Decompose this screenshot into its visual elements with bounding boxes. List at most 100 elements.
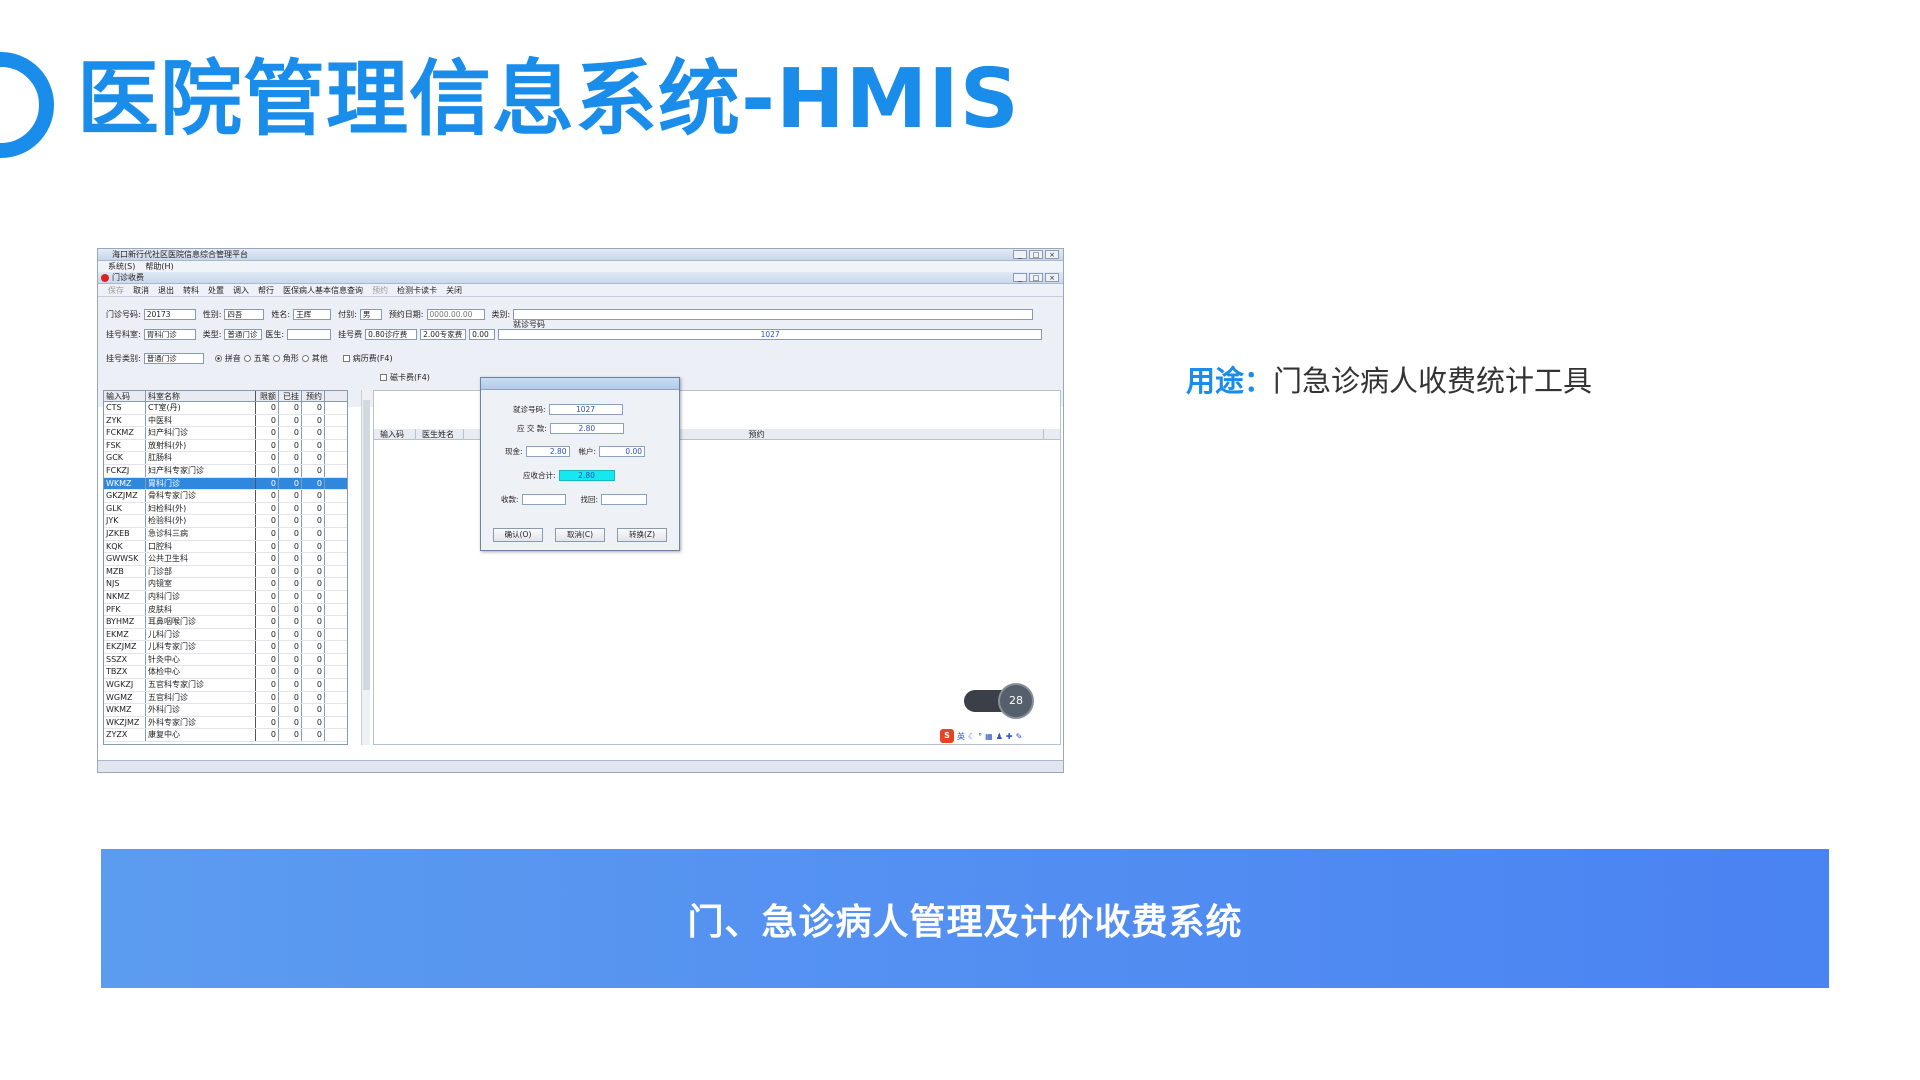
table-cell: 0 (256, 679, 279, 691)
reg-type-select[interactable]: 普通门诊 (143, 353, 204, 364)
table-row[interactable]: WKZJMZ 外科专家门诊 0 0 0 (104, 716, 347, 730)
type-field[interactable] (513, 309, 1034, 320)
other-fee-field[interactable]: 0.00 (469, 329, 496, 340)
ime-toolbar[interactable]: S 英 ☾ ° ▦ ♟ ✚ ✎ (940, 729, 1022, 743)
sub-minimize-icon[interactable]: _ (1013, 273, 1027, 282)
radio-pinyin-icon[interactable] (214, 355, 222, 362)
switch-button[interactable]: 转换(Z) (617, 528, 667, 542)
table-row[interactable]: GKZJMZ 骨科专家门诊 0 0 0 (104, 490, 347, 503)
table-row[interactable]: WGKZJ 五官科专家门诊 0 0 0 (104, 679, 347, 692)
clinic-no-label: 门诊号码: (106, 310, 141, 319)
table-cell: 儿科门诊 (146, 628, 256, 641)
gender-field[interactable]: 四吾 (224, 309, 265, 320)
table-row[interactable]: PFK 皮肤科 0 0 0 (104, 603, 347, 617)
table-row[interactable]: KQK 口腔科 0 0 0 (104, 540, 347, 554)
reg-dept-field[interactable]: 胃科门诊 (143, 329, 196, 340)
ime-tools-icon[interactable]: ✎ (1016, 732, 1023, 741)
tool-read-card[interactable]: 检测卡读卡 (397, 284, 437, 296)
radio-jiaoxing-icon[interactable] (272, 355, 280, 362)
radio-other-icon[interactable] (301, 355, 309, 362)
ime-mode[interactable]: 英 (957, 731, 965, 742)
network-gauge[interactable]: 28 (964, 683, 1036, 719)
expert-fee-field[interactable]: 2.00专家费 (420, 329, 467, 340)
table-cell: WKMZ (104, 477, 146, 490)
dlg-account-label: 帐户: (578, 447, 597, 456)
table-cell: 0 (302, 565, 325, 578)
tool-dispose[interactable]: 处置 (208, 284, 224, 296)
age-field[interactable]: 男 (359, 309, 382, 320)
clinic-no-field[interactable]: 20173 (143, 309, 196, 320)
menu-system[interactable]: 系统(S) (108, 261, 135, 272)
table-row[interactable]: ZYZX 康复中心 0 0 0 (104, 729, 347, 743)
tool-save[interactable]: 保存 (108, 284, 124, 296)
close-icon[interactable]: × (1045, 250, 1059, 259)
table-cell: CT室(丹) (146, 402, 256, 414)
appt-date-field[interactable]: 0000.00.00 (426, 309, 485, 320)
minimize-icon[interactable]: _ (1013, 250, 1027, 259)
dlg-cash-field[interactable]: 2.80 (525, 446, 570, 457)
table-row[interactable]: CTS CT室(丹) 0 0 0 (104, 402, 347, 415)
table-row[interactable]: FSK 放射科(外) 0 0 0 (104, 439, 347, 453)
table-row[interactable]: WKMZ 胃科门诊 0 0 0 (104, 477, 347, 491)
confirm-button[interactable]: 确认(O) (493, 528, 543, 542)
card-fee-label: 磁卡费(F4) (390, 373, 430, 382)
dlg-change-field[interactable] (601, 494, 648, 505)
radio-wubi-icon[interactable] (243, 355, 251, 362)
table-row[interactable]: MZB 门诊部 0 0 0 (104, 565, 347, 579)
doctor-field[interactable] (287, 329, 332, 340)
sub-restore-icon[interactable]: □ (1029, 273, 1043, 282)
table-row[interactable]: WGMZ 五官科门诊 0 0 0 (104, 691, 347, 705)
table-row[interactable]: SSZX 针灸中心 0 0 0 (104, 653, 347, 667)
table-row[interactable]: FCKZJ 妇产科专家门诊 0 0 0 (104, 464, 347, 478)
maximize-icon[interactable]: □ (1029, 250, 1043, 259)
ime-skin-icon[interactable]: ✚ (1006, 732, 1013, 741)
tool-appointment[interactable]: 预约 (372, 284, 388, 296)
table-row[interactable]: EKZJMZ 儿科专家门诊 0 0 0 (104, 641, 347, 654)
table-cell: 0 (302, 527, 325, 540)
tool-close[interactable]: 关闭 (446, 284, 462, 296)
tool-help[interactable]: 帮行 (258, 284, 274, 296)
table-row[interactable]: BYHMZ 耳鼻咽喉门诊 0 0 0 (104, 616, 347, 629)
tool-cancel[interactable]: 取消 (133, 284, 149, 296)
doctor-header-code: 输入码 (374, 429, 416, 439)
table-row[interactable]: NKMZ 内科门诊 0 0 0 (104, 590, 347, 604)
table-cell: 肛肠科 (146, 452, 256, 464)
card-fee-checkbox[interactable] (380, 374, 387, 381)
sub-close-icon[interactable]: × (1045, 273, 1059, 282)
tool-refund[interactable]: 退出 (158, 284, 174, 296)
menu-help[interactable]: 帮助(H) (145, 261, 173, 272)
category-field[interactable]: 普通门诊 (224, 329, 263, 340)
table-row[interactable]: JYK 检验科(外) 0 0 0 (104, 515, 347, 528)
tool-transfer[interactable]: 转科 (183, 284, 199, 296)
table-row[interactable]: NJS 内镜室 0 0 0 (104, 578, 347, 591)
table-row[interactable]: TBZX 体检中心 0 0 0 (104, 666, 347, 680)
table-cell: 0 (279, 502, 302, 515)
dlg-account-field[interactable]: 0.00 (599, 446, 646, 457)
table-row[interactable]: ZYK 中医科 0 0 0 (104, 414, 347, 428)
table-cell: 0 (256, 590, 279, 603)
table-row[interactable]: JZKEB 急诊科三病 0 0 0 (104, 527, 347, 541)
grid-scrollbar[interactable] (361, 390, 370, 745)
table-row[interactable]: WKMZ 外科门诊 0 0 0 (104, 704, 347, 717)
dlg-received-field[interactable] (521, 494, 566, 505)
table-row[interactable]: GLK 妇检科(外) 0 0 0 (104, 502, 347, 516)
tool-insurance-query[interactable]: 医保病人基本信息查询 (283, 284, 363, 296)
reg-fee-field[interactable]: 0.80诊疗费 (365, 329, 418, 340)
ime-keyboard-icon[interactable]: ▦ (985, 732, 993, 741)
table-cell: SSZX (104, 653, 146, 666)
name-field[interactable]: 王辉 (293, 309, 332, 320)
ime-user-icon[interactable]: ♟ (996, 732, 1003, 741)
table-row[interactable]: GCK 肛肠科 0 0 0 (104, 452, 347, 465)
table-row[interactable]: EKMZ 儿科门诊 0 0 0 (104, 628, 347, 642)
cancel-button[interactable]: 取消(C) (555, 528, 605, 542)
tool-import[interactable]: 调入 (233, 284, 249, 296)
history-fee-checkbox[interactable] (342, 355, 350, 362)
table-row[interactable]: GWWSK 公共卫生科 0 0 0 (104, 553, 347, 566)
ime-punct-icon[interactable]: ° (978, 732, 982, 741)
table-row[interactable]: FCKMZ 妇产科门诊 0 0 0 (104, 427, 347, 440)
table-cell: 口腔科 (146, 540, 256, 553)
dlg-change-label: 找回: (580, 495, 599, 504)
scrollbar-thumb[interactable] (363, 400, 370, 690)
ime-moon-icon[interactable]: ☾ (968, 732, 975, 741)
table-cell: 0 (256, 616, 279, 628)
